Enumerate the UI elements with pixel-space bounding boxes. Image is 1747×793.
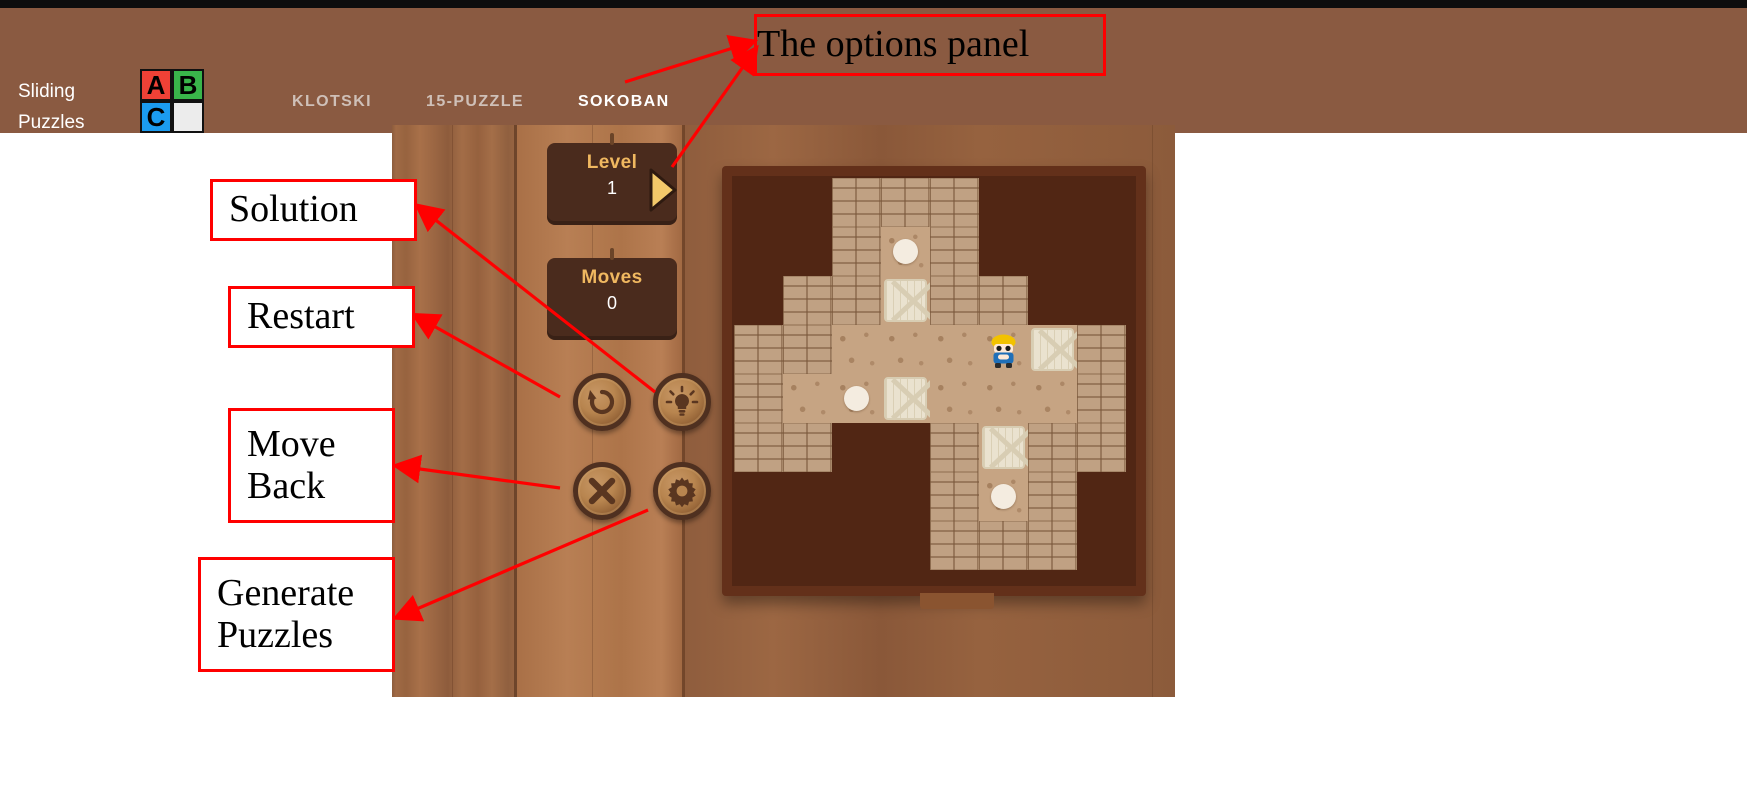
goal-marker [844, 386, 869, 411]
annotation-text: Move Back [247, 423, 336, 507]
board-floor-cell[interactable] [979, 423, 1028, 472]
logo-tile-a: A [140, 69, 172, 101]
goal-marker [893, 239, 918, 264]
annotation-move-back: Move Back [228, 408, 395, 523]
site-header: Sliding Puzzles A B C KLOTSKI 15-PUZZLE … [0, 8, 1747, 136]
board-wall-cell[interactable] [881, 178, 930, 227]
board-floor-cell[interactable] [1028, 374, 1077, 423]
board-wall-cell[interactable] [734, 325, 783, 374]
nav-item-klotski[interactable]: KLOTSKI [265, 88, 399, 136]
board-wall-cell[interactable] [930, 472, 979, 521]
board-wall-cell[interactable] [1028, 472, 1077, 521]
moves-card: Moves 0 [547, 248, 677, 340]
plank-seam [514, 125, 517, 697]
board-wall-cell[interactable] [734, 423, 783, 472]
board-floor-cell[interactable] [979, 374, 1028, 423]
move-back-button[interactable] [573, 462, 631, 520]
logo-tile-c: C [140, 101, 172, 133]
crate[interactable] [982, 426, 1025, 469]
board-foot [920, 593, 994, 609]
board-floor-cell[interactable] [979, 325, 1028, 374]
wood-plank-left [392, 125, 517, 697]
board-wall-cell[interactable] [930, 227, 979, 276]
game-stage: Level 1 Moves 0 [392, 125, 1175, 697]
wood-grain [1152, 125, 1153, 697]
board-wall-cell[interactable] [1028, 423, 1077, 472]
board-floor-cell[interactable] [979, 472, 1028, 521]
x-cross-icon [588, 477, 616, 505]
board-wall-cell[interactable] [930, 178, 979, 227]
generate-puzzles-button[interactable] [653, 462, 711, 520]
sokoban-board[interactable] [732, 176, 1136, 586]
annotation-restart: Restart [228, 286, 415, 348]
options-panel: Level 1 Moves 0 [547, 125, 711, 545]
logo-tile-blank [172, 101, 204, 133]
board-wall-cell[interactable] [783, 423, 832, 472]
annotation-text: Generate Puzzles [217, 572, 355, 656]
board-floor-cell[interactable] [832, 325, 881, 374]
board-wall-cell[interactable] [1028, 521, 1077, 570]
board-wall-cell[interactable] [930, 423, 979, 472]
next-level-button[interactable] [645, 166, 681, 214]
board-wall-cell[interactable] [979, 276, 1028, 325]
logo-tile-b: B [172, 69, 204, 101]
nail-icon [610, 133, 614, 145]
moves-label: Moves [581, 267, 643, 288]
brand-title: Sliding Puzzles [18, 81, 85, 133]
restart-button[interactable] [573, 373, 631, 431]
annotation-text: Solution [229, 188, 358, 231]
board-wall-cell[interactable] [979, 521, 1028, 570]
board-wall-cell[interactable] [832, 276, 881, 325]
site-logo: A B C [140, 69, 204, 133]
board-floor-cell[interactable] [881, 374, 930, 423]
sokoban-board-frame [722, 166, 1146, 596]
board-floor-cell[interactable] [1028, 325, 1077, 374]
lightbulb-icon [665, 385, 699, 416]
board-floor-cell[interactable] [881, 276, 930, 325]
annotation-generate-puzzles: Generate Puzzles [198, 557, 395, 672]
board-wall-cell[interactable] [1077, 374, 1126, 423]
board-wall-cell[interactable] [930, 521, 979, 570]
board-wall-cell[interactable] [1077, 423, 1126, 472]
board-floor-cell[interactable] [881, 227, 930, 276]
board-wall-cell[interactable] [832, 178, 881, 227]
board-floor-cell[interactable] [783, 374, 832, 423]
board-floor-cell[interactable] [832, 374, 881, 423]
player-character[interactable] [979, 325, 1028, 374]
gear-icon [668, 477, 696, 507]
wood-grain [452, 125, 453, 697]
board-wall-cell[interactable] [783, 325, 832, 374]
moves-value: 0 [606, 293, 617, 313]
top-black-strip [0, 0, 1747, 8]
rotate-ccw-icon [587, 389, 615, 415]
board-wall-cell[interactable] [1077, 325, 1126, 374]
chevron-right-icon [649, 168, 677, 212]
board-wall-cell[interactable] [734, 374, 783, 423]
board-wall-cell[interactable] [832, 227, 881, 276]
annotation-solution: Solution [210, 179, 417, 241]
board-wall-cell[interactable] [783, 276, 832, 325]
solution-button[interactable] [653, 373, 711, 431]
nail-icon [610, 248, 614, 260]
goal-marker [991, 484, 1016, 509]
crate[interactable] [884, 377, 927, 420]
board-floor-cell[interactable] [930, 325, 979, 374]
crate[interactable] [1031, 328, 1074, 371]
board-floor-cell[interactable] [930, 374, 979, 423]
board-floor-cell[interactable] [881, 325, 930, 374]
board-wall-cell[interactable] [930, 276, 979, 325]
annotation-text: Restart [247, 295, 355, 338]
crate[interactable] [884, 279, 927, 322]
